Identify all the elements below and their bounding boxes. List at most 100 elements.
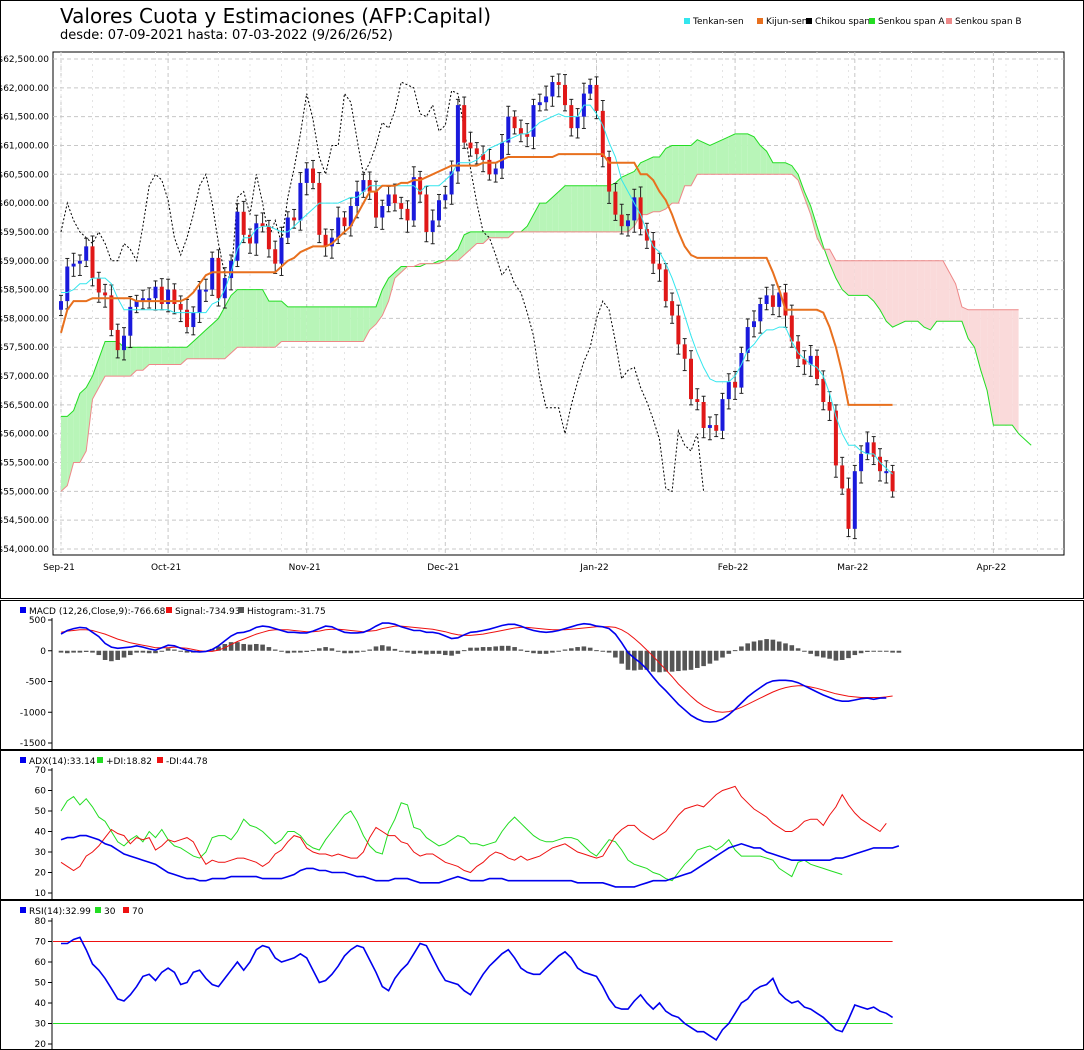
macd-histogram-bar (329, 648, 335, 651)
macd-histogram-bar (455, 650, 461, 654)
cloud-segment (697, 139, 704, 175)
cloud-segment (237, 289, 244, 348)
candle-up (758, 304, 763, 322)
macd-histogram-bar (537, 650, 543, 654)
macd-histogram-bar (102, 650, 108, 660)
candle-up (626, 220, 630, 227)
macd-histogram-bar (172, 649, 177, 651)
candle-down (374, 191, 378, 218)
cloud-segment (747, 133, 754, 175)
panel-tick-label: 50 (35, 807, 47, 817)
cloud-segment (250, 289, 257, 348)
candle-down (600, 110, 605, 157)
cloud-segment (325, 306, 332, 342)
cloud-segment (331, 306, 339, 342)
panel-legend-label: Histogram:-31.75 (247, 607, 326, 617)
macd-histogram-bar (115, 650, 120, 660)
candle-down (512, 116, 517, 129)
x-tick-label: Jan-22 (579, 563, 609, 573)
cloud-segment (61, 416, 68, 492)
candle-up (336, 217, 341, 238)
cloud-segment (338, 306, 345, 342)
candle-up (493, 168, 498, 175)
macd-histogram-bar (720, 650, 725, 658)
cloud-segment (703, 142, 710, 175)
candle-down (115, 329, 120, 351)
cloud-segment (861, 260, 868, 296)
macd-histogram-bar (795, 648, 801, 651)
x-tick-label: Apr-22 (977, 563, 1007, 573)
y-tick-label: $58,500.00 (0, 286, 49, 296)
macd-histogram-bar (96, 650, 102, 656)
legend-swatch (684, 18, 690, 24)
macd-histogram-bar (808, 650, 813, 654)
macd-histogram-bar (247, 644, 253, 651)
candle-down (109, 295, 114, 330)
panel-legend-label: Signal:-734.93 (175, 607, 240, 617)
candle-down (103, 292, 108, 296)
candle-up (411, 177, 416, 221)
cloud-segment (256, 289, 263, 348)
macd-histogram-bar (821, 650, 826, 658)
macd-histogram-bar (695, 650, 700, 668)
cloud-segment (168, 347, 175, 365)
y-tick-label: $57,500.00 (0, 343, 49, 353)
legend-label: Chikou span (815, 17, 870, 27)
candle-up (707, 425, 712, 428)
macd-histogram-bar (411, 650, 417, 654)
macd-histogram-bar (569, 648, 574, 651)
cloud-segment (565, 185, 572, 232)
cloud-segment (1012, 309, 1019, 434)
macd-histogram-bar (461, 650, 467, 652)
candle-up (122, 335, 126, 351)
candle-up (544, 96, 549, 103)
cloud-segment (344, 306, 351, 342)
cloud-segment (741, 133, 748, 175)
macd-histogram-bar (499, 645, 505, 651)
cloud-segment (659, 148, 666, 212)
panel-tick-label: 500 (29, 616, 46, 626)
y-tick-label: $59,000.00 (0, 257, 49, 267)
candle-down (474, 148, 479, 155)
macd-histogram-bar (814, 650, 820, 657)
y-tick-label: $54,500.00 (0, 516, 49, 526)
candle-down (317, 182, 322, 235)
cloud-segment (709, 142, 717, 175)
macd-histogram-bar (726, 650, 732, 654)
candle-up (500, 142, 504, 169)
macd-histogram-bar (367, 649, 372, 651)
macd-histogram-bar (562, 649, 568, 651)
panel-legend-swatch (97, 757, 103, 763)
panel-legend-label: MACD (12,26,Close,9):-766.68 (29, 607, 166, 617)
macd-histogram-bar (304, 650, 309, 652)
cloud-segment (646, 157, 654, 215)
macd-histogram-bar (254, 643, 259, 651)
macd-histogram-bar (71, 650, 76, 653)
candle-up (191, 312, 196, 328)
macd-histogram-bar (436, 650, 442, 654)
candle-down (216, 257, 221, 299)
ichimoku-chart-svg: Valores Cuota y Estimaciones (AFP:Capita… (0, 0, 1084, 1050)
cloud-segment (886, 260, 893, 328)
cloud-segment (79, 387, 87, 463)
panel-frame (0, 750, 1084, 900)
candle-down (733, 381, 738, 388)
x-tick-label: Mar-22 (837, 563, 868, 573)
macd-histogram-bar (317, 648, 322, 651)
panel-tick-label: -1000 (20, 708, 46, 718)
macd-histogram-bar (518, 649, 524, 651)
macd-panel: 500 0 -500 -1000 -1500 MACD (12,26,Close,9):-… (0, 600, 1084, 750)
macd-histogram-bar (291, 650, 297, 653)
candle-down (563, 84, 567, 106)
candle-down (292, 217, 297, 221)
adx-panel: 70 60 50 40 30 20 10 ADX(14):33.14 +DI:18.82 -DI:… (0, 750, 1084, 900)
cloud-segment (105, 341, 112, 377)
macd-histogram-bar (606, 650, 612, 653)
panel-legend-swatch (95, 907, 101, 913)
macd-histogram-bar (833, 650, 839, 661)
cloud-segment (275, 301, 282, 348)
cloud-segment (779, 162, 786, 175)
candle-down (890, 471, 895, 492)
main-legend: Tenkan-sen Kijun-sen Chikou span Senkou spa… (684, 17, 1022, 27)
macd-histogram-bar (487, 647, 492, 651)
